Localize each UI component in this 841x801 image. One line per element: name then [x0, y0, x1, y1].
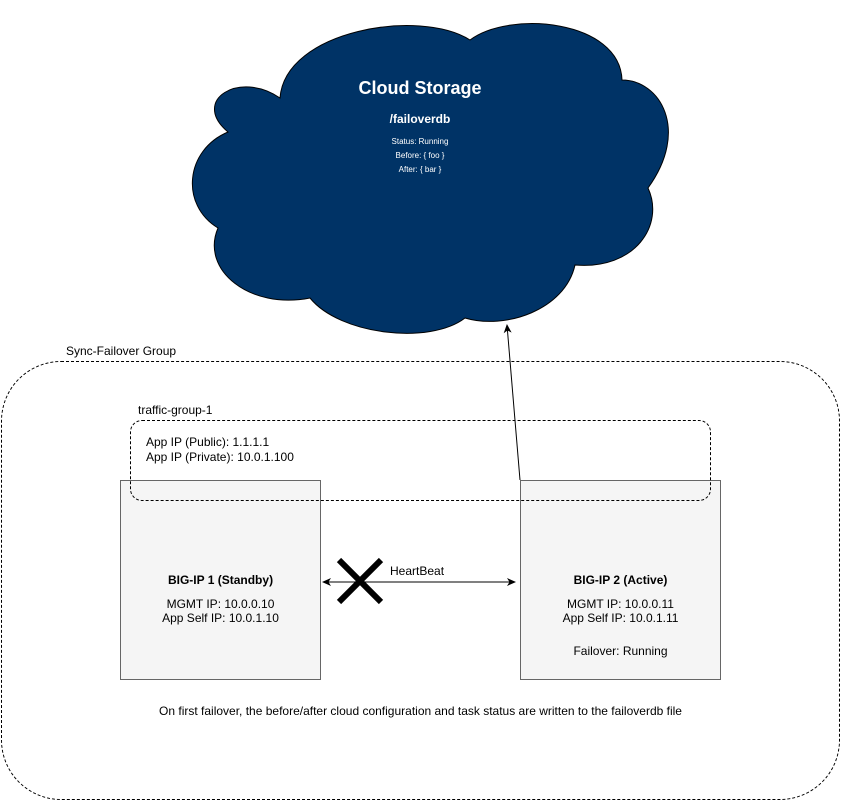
bigip2-mgmt-ip: MGMT IP: 10.0.0.11	[567, 597, 674, 611]
cloud-shape	[191, 23, 669, 334]
cloud-path: /failoverdb	[389, 112, 451, 126]
bigip2-self-ip: App Self IP: 10.0.1.11	[562, 611, 679, 625]
cloud-after: After: { bar }	[398, 165, 442, 174]
bigip1-title: BIG-IP 1 (Standby)	[167, 573, 274, 587]
failover-note: On first failover, the before/after clou…	[159, 704, 682, 718]
cloud-title: Cloud Storage	[358, 78, 482, 98]
bigip1-self-ip: App Self IP: 10.0.1.10	[162, 611, 279, 625]
diagram-canvas: Sync-Failover Group traffic-group-1 App …	[0, 0, 841, 801]
heartbeat-broken-x-icon	[336, 557, 384, 605]
bigip1-mgmt-ip: MGMT IP: 10.0.0.10	[166, 597, 275, 611]
heartbeat-label: HeartBeat	[390, 564, 445, 578]
bigip2-title: BIG-IP 2 (Active)	[573, 573, 668, 587]
cloud-status: Status: Running	[391, 137, 449, 146]
sync-to-cloud-arrow	[503, 324, 521, 481]
bigip2-failover-status: Failover: Running	[573, 644, 668, 658]
cloud-before: Before: { foo }	[395, 151, 445, 160]
